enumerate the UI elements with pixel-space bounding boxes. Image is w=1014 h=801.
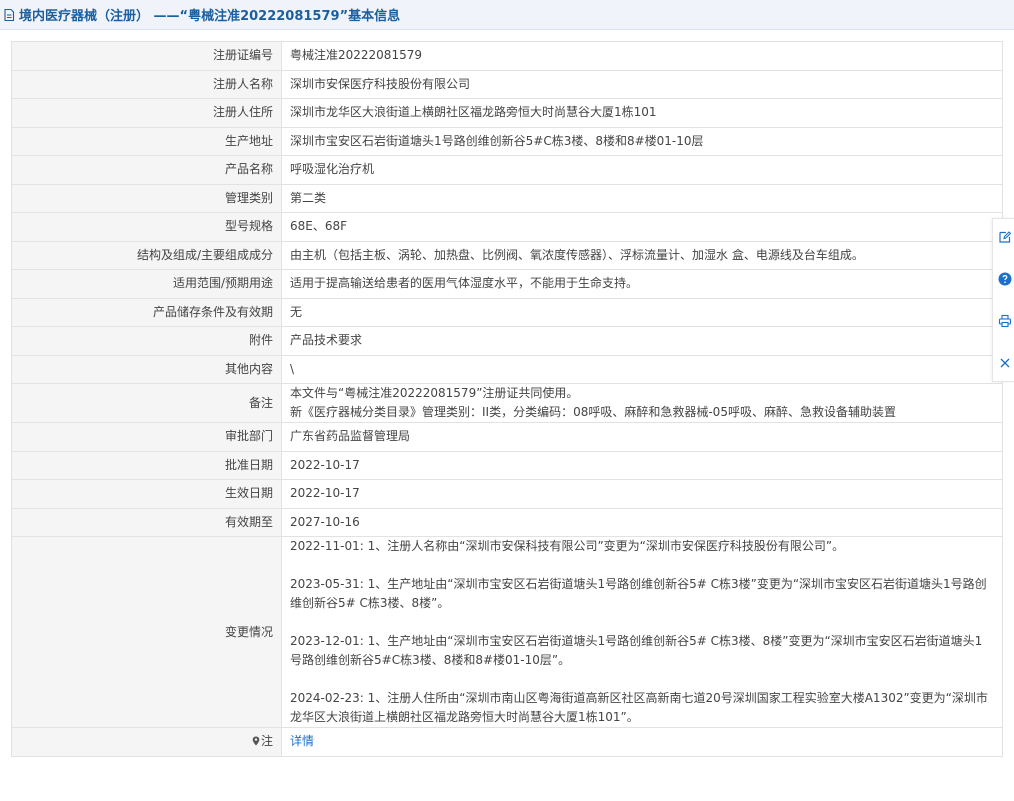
field-label: 批准日期 [11, 450, 282, 480]
remark-line: 本文件与“粤械注准20222081579”注册证共同使用。 [290, 386, 579, 400]
field-label: 型号规格 [11, 212, 282, 242]
table-row: 生产地址 深圳市宝安区石岩街道塘头1号路创维创新谷5#C栋3楼、8楼和8#楼01… [11, 126, 1003, 156]
table-row: 审批部门 广东省药品监督管理局 [11, 422, 1003, 452]
field-value: 广东省药品监督管理局 [281, 422, 1003, 452]
table-row: 结构及组成/主要组成成分 由主机（包括主板、涡轮、加热盘、比例阀、氧浓度传感器）… [11, 240, 1003, 270]
field-label: 产品名称 [11, 155, 282, 185]
edit-icon [999, 231, 1012, 243]
table-row: 注 详情 [11, 727, 1003, 757]
table-row: 注册证编号 粤械注准20222081579 [11, 41, 1003, 71]
table-row: 产品储存条件及有效期 无 [11, 297, 1003, 327]
table-row: 有效期至 2027-10-16 [11, 507, 1003, 537]
field-label: 适用范围/预期用途 [11, 269, 282, 299]
table-row: 注册人名称 深圳市安保医疗科技股份有限公司 [11, 69, 1003, 99]
print-icon [998, 314, 1012, 328]
table-row: 适用范围/预期用途 适用于提高输送给患者的医用气体湿度水平，不能用于生命支持。 [11, 269, 1003, 299]
field-value: 深圳市宝安区石岩街道塘头1号路创维创新谷5#C栋3楼、8楼和8#楼01-10层 [281, 126, 1003, 156]
field-label: 管理类别 [11, 183, 282, 213]
help-button[interactable] [997, 271, 1013, 287]
entry-spacer [290, 670, 994, 689]
entry-spacer [290, 613, 994, 632]
field-label: 注册人名称 [11, 69, 282, 99]
table-row: 其他内容 \ [11, 354, 1003, 384]
edit-button[interactable] [997, 229, 1013, 245]
field-value: 深圳市龙华区大浪街道上横朗社区福龙路旁恒大时尚慧谷大厦1栋101 [281, 98, 1003, 128]
table-row: 注册人住所 深圳市龙华区大浪街道上横朗社区福龙路旁恒大时尚慧谷大厦1栋101 [11, 98, 1003, 128]
field-label: 有效期至 [11, 507, 282, 537]
table-row: 变更情况 2022-11-01: 1、注册人名称由“深圳市安保科技有限公司”变更… [11, 536, 1003, 728]
field-label: 生效日期 [11, 479, 282, 509]
remark-line: 新《医疗器械分类目录》管理类别：II类，分类编码：08呼吸、麻醉和急救器械-05… [290, 405, 896, 419]
field-value: 粤械注准20222081579 [281, 41, 1003, 71]
location-pin-icon [252, 736, 260, 746]
field-value: 深圳市安保医疗科技股份有限公司 [281, 69, 1003, 99]
field-label: 产品储存条件及有效期 [11, 297, 282, 327]
field-value: 2022-11-01: 1、注册人名称由“深圳市安保科技有限公司”变更为“深圳市… [281, 536, 1003, 728]
close-icon [1000, 358, 1010, 368]
change-entry: 2024-02-23: 1、注册人住所由“深圳市南山区粤海街道高新区社区高新南七… [290, 691, 988, 724]
page-title: 境内医疗器械（注册） ——“粤械注准20222081579”基本信息 [19, 9, 401, 24]
document-icon [4, 8, 15, 21]
table-row: 批准日期 2022-10-17 [11, 450, 1003, 480]
table-row: 管理类别 第二类 [11, 183, 1003, 213]
field-label: 附件 [11, 326, 282, 356]
print-button[interactable] [997, 313, 1013, 329]
table-row: 备注 本文件与“粤械注准20222081579”注册证共同使用。 新《医疗器械分… [11, 383, 1003, 423]
field-value: 68E、68F [281, 212, 1003, 242]
info-table: 注册证编号 粤械注准20222081579 注册人名称 深圳市安保医疗科技股份有… [11, 41, 1003, 757]
change-entry: 2023-05-31: 1、生产地址由“深圳市宝安区石岩街道塘头1号路创维创新谷… [290, 577, 987, 610]
close-button[interactable] [997, 355, 1013, 371]
field-value: 适用于提高输送给患者的医用气体湿度水平，不能用于生命支持。 [281, 269, 1003, 299]
detail-link[interactable]: 详情 [290, 734, 314, 748]
entry-spacer [290, 556, 994, 575]
field-label: 注 [11, 727, 282, 757]
field-label: 结构及组成/主要组成成分 [11, 240, 282, 270]
field-label: 注册人住所 [11, 98, 282, 128]
field-value: 由主机（包括主板、涡轮、加热盘、比例阀、氧浓度传感器）、浮标流量计、加湿水 盒、… [281, 240, 1003, 270]
change-entry: 2022-11-01: 1、注册人名称由“深圳市安保科技有限公司”变更为“深圳市… [290, 539, 845, 553]
field-value: 本文件与“粤械注准20222081579”注册证共同使用。 新《医疗器械分类目录… [281, 383, 1003, 423]
page-header: 境内医疗器械（注册） ——“粤械注准20222081579”基本信息 [0, 0, 1014, 30]
note-label: 注 [260, 734, 273, 749]
field-label: 审批部门 [11, 422, 282, 452]
table-row: 生效日期 2022-10-17 [11, 479, 1003, 509]
field-value: \ [281, 354, 1003, 384]
field-label: 生产地址 [11, 126, 282, 156]
table-row: 产品名称 呼吸湿化治疗机 [11, 155, 1003, 185]
field-value: 无 [281, 297, 1003, 327]
field-value: 呼吸湿化治疗机 [281, 155, 1003, 185]
help-icon [998, 272, 1012, 286]
field-value: 产品技术要求 [281, 326, 1003, 356]
field-value: 详情 [281, 727, 1003, 757]
change-entry: 2023-12-01: 1、生产地址由“深圳市宝安区石岩街道塘头1号路创维创新谷… [290, 634, 983, 667]
field-value: 2022-10-17 [281, 450, 1003, 480]
field-label: 变更情况 [11, 536, 282, 728]
field-value: 2027-10-16 [281, 507, 1003, 537]
field-label: 注册证编号 [11, 41, 282, 71]
table-row: 附件 产品技术要求 [11, 326, 1003, 356]
field-value: 2022-10-17 [281, 479, 1003, 509]
field-value: 第二类 [281, 183, 1003, 213]
field-label: 备注 [11, 383, 282, 423]
side-toolbar [992, 218, 1014, 382]
table-row: 型号规格 68E、68F [11, 212, 1003, 242]
field-label: 其他内容 [11, 354, 282, 384]
